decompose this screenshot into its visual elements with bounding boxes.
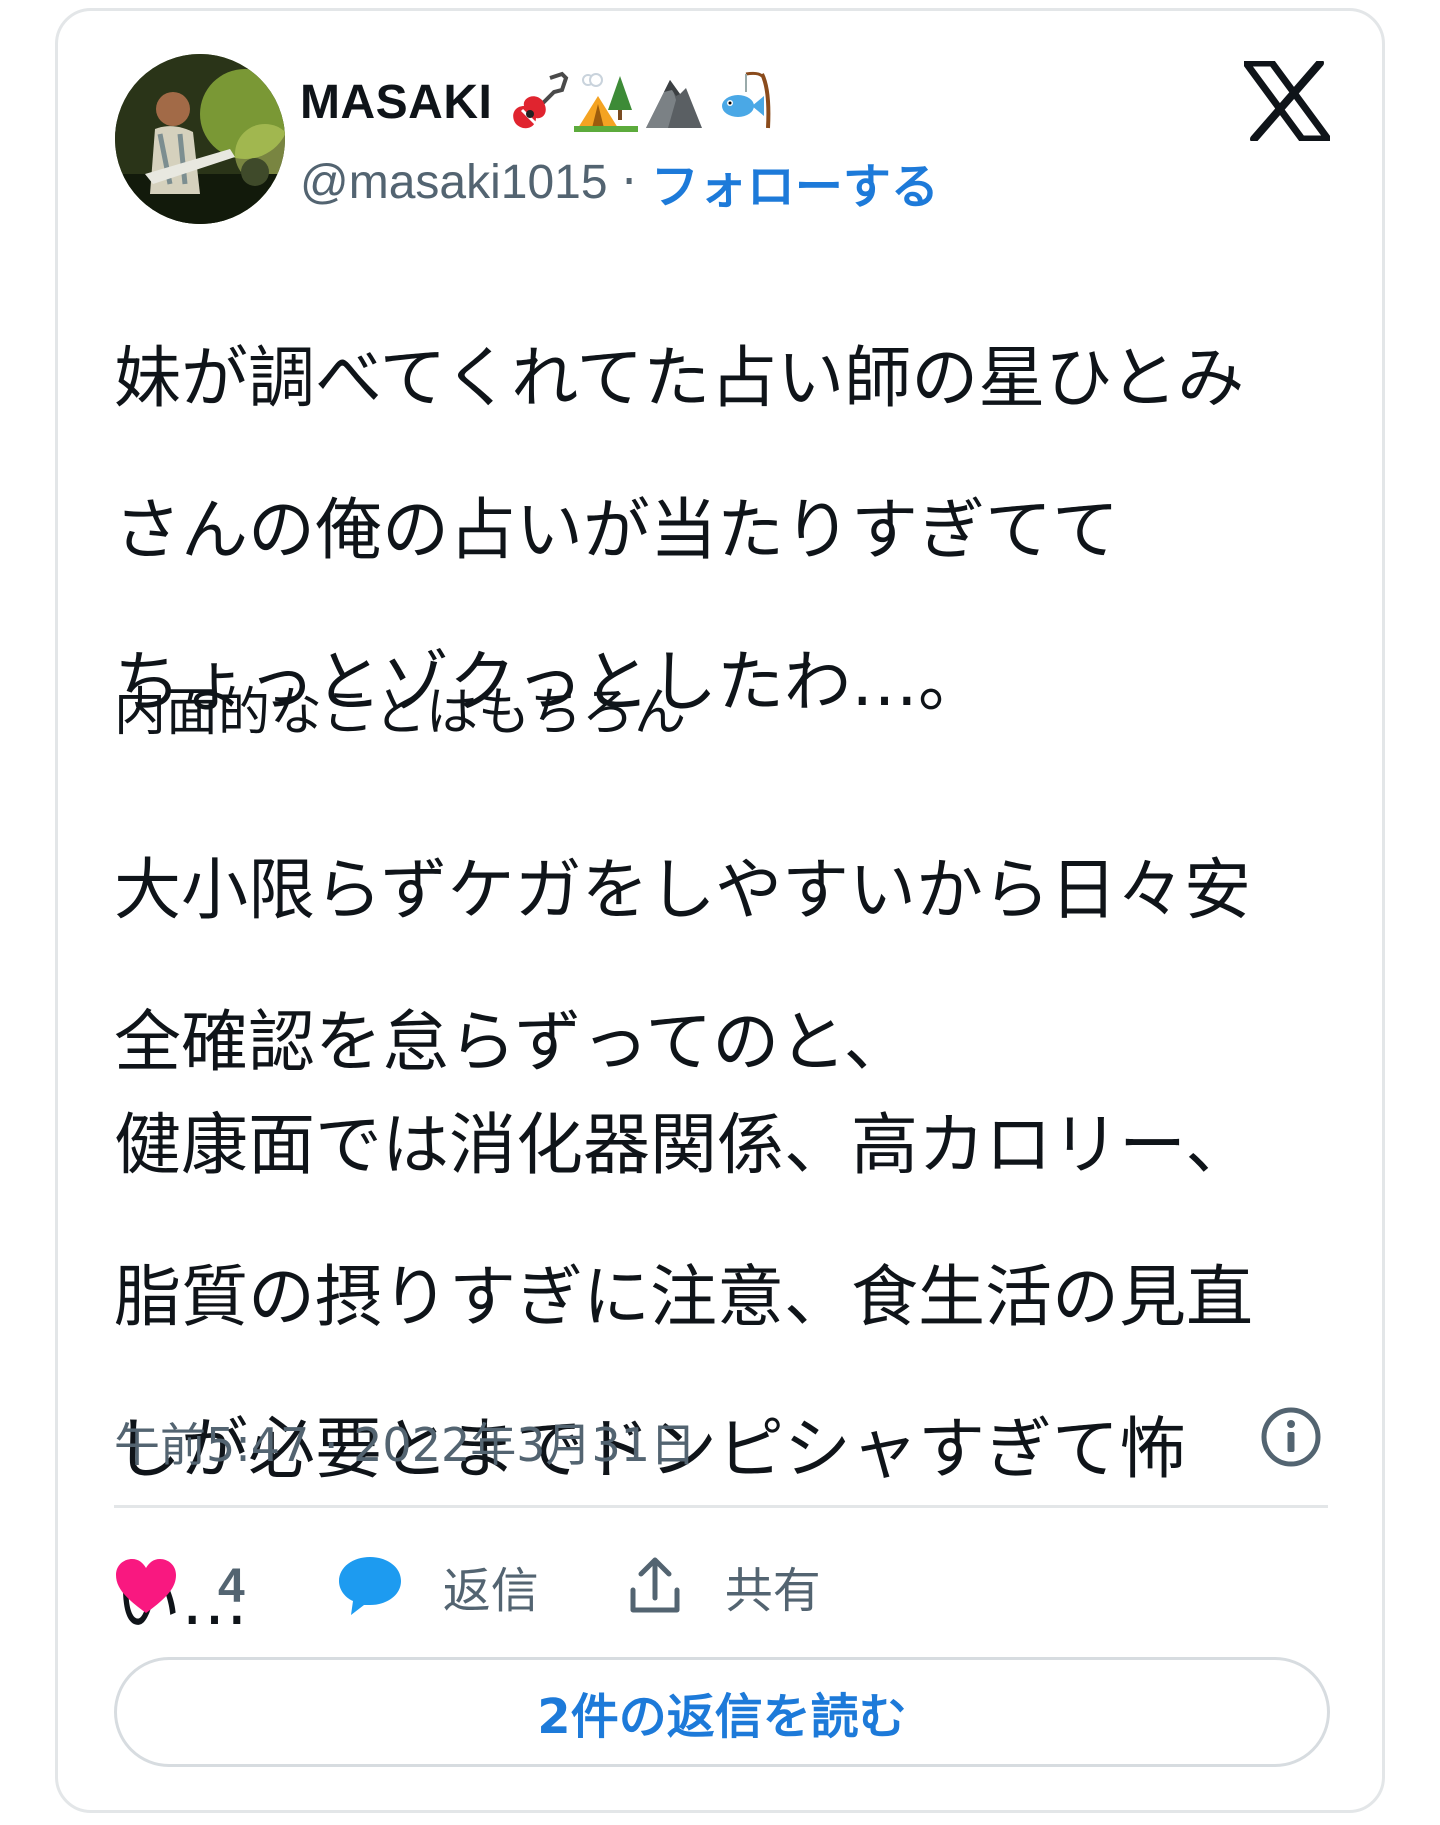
reply-button[interactable]: 返信 xyxy=(337,1551,627,1621)
divider xyxy=(114,1505,1328,1508)
tweet-timestamp[interactable]: 午前5:47 · 2022年3月31日 xyxy=(114,1409,696,1475)
read-replies-button[interactable]: 2件の返信を読む xyxy=(114,1657,1330,1767)
mountain-emoji-icon xyxy=(642,70,706,134)
x-logo-icon[interactable] xyxy=(1244,61,1330,141)
info-icon[interactable] xyxy=(1260,1406,1322,1468)
tweet-text-paragraph-2: 内面的なことはもちろん xyxy=(114,626,1344,800)
tweet-text-line: 大小限らずケガをしやすいから日々安 xyxy=(114,851,1251,929)
guitar-emoji-icon xyxy=(506,70,570,134)
action-bar: 4 返信 共有 xyxy=(114,1551,821,1621)
fishing-emoji-icon xyxy=(710,70,774,134)
heart-icon xyxy=(116,1559,176,1613)
author-display-name[interactable]: MASAKI xyxy=(300,75,492,130)
follow-link[interactable]: フォローする xyxy=(651,147,939,217)
share-icon xyxy=(630,1557,680,1613)
reply-label: 返信 xyxy=(442,1563,539,1619)
tweet-text-line: 妹が調べてくれてた占い師の星ひとみ xyxy=(114,339,1245,417)
like-button[interactable]: 4 xyxy=(114,1557,337,1615)
handle-row: @masaki1015 · フォローする xyxy=(300,147,939,217)
author-handle[interactable]: @masaki1015 xyxy=(300,155,608,210)
tweet-card: MASAKI @masaki1015 · フォローする 妹が調べてくれてた占い師… xyxy=(55,8,1385,1813)
camping-emoji-icon xyxy=(574,70,639,134)
share-label: 共有 xyxy=(724,1563,821,1619)
avatar-photo xyxy=(115,54,285,224)
like-count: 4 xyxy=(218,1559,245,1613)
tweet-text-line: 健康面では消化器関係、高カロリー、 xyxy=(114,1106,1253,1184)
speech-bubble-icon xyxy=(338,1557,401,1615)
name-emojis xyxy=(506,70,774,134)
separator-dot: · xyxy=(621,154,637,210)
tweet-text-line: 内面的なことはもちろん xyxy=(114,683,687,743)
tweet-text-line: 脂質の摂りすぎに注意、食生活の見直 xyxy=(114,1258,1253,1336)
share-button[interactable]: 共有 xyxy=(627,1551,821,1621)
tweet-text-line: さんの俺の占いが当たりすぎてて xyxy=(114,491,1119,569)
author-name-row[interactable]: MASAKI xyxy=(300,69,774,135)
avatar[interactable] xyxy=(115,54,285,224)
